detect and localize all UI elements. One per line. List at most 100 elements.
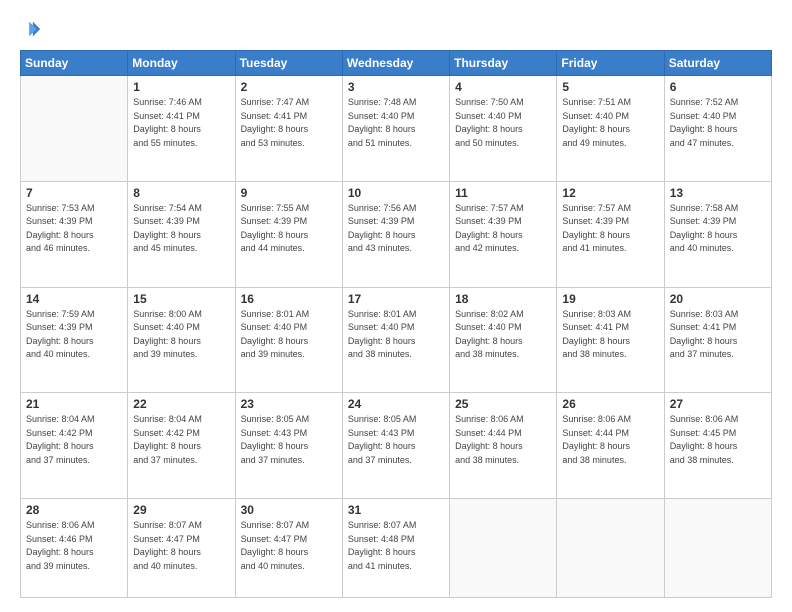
weekday-header-saturday: Saturday: [664, 51, 771, 76]
weekday-header-tuesday: Tuesday: [235, 51, 342, 76]
calendar-cell: 1 Sunrise: 7:46 AM Sunset: 4:41 PM Daylig…: [128, 76, 235, 182]
day-number: 12: [562, 186, 658, 200]
day-info: Sunrise: 8:04 AM Sunset: 4:42 PM Dayligh…: [133, 413, 229, 467]
week-row-4: 21 Sunrise: 8:04 AM Sunset: 4:42 PM Dayli…: [21, 393, 772, 499]
header: [20, 18, 772, 40]
day-number: 16: [241, 292, 337, 306]
calendar-cell: 4 Sunrise: 7:50 AM Sunset: 4:40 PM Daylig…: [450, 76, 557, 182]
day-number: 17: [348, 292, 444, 306]
day-info: Sunrise: 8:01 AM Sunset: 4:40 PM Dayligh…: [241, 308, 337, 362]
calendar-cell: 22 Sunrise: 8:04 AM Sunset: 4:42 PM Dayli…: [128, 393, 235, 499]
week-row-2: 7 Sunrise: 7:53 AM Sunset: 4:39 PM Daylig…: [21, 181, 772, 287]
calendar-cell: 25 Sunrise: 8:06 AM Sunset: 4:44 PM Dayli…: [450, 393, 557, 499]
calendar-cell: 7 Sunrise: 7:53 AM Sunset: 4:39 PM Daylig…: [21, 181, 128, 287]
week-row-1: 1 Sunrise: 7:46 AM Sunset: 4:41 PM Daylig…: [21, 76, 772, 182]
day-info: Sunrise: 7:53 AM Sunset: 4:39 PM Dayligh…: [26, 202, 122, 256]
day-info: Sunrise: 7:46 AM Sunset: 4:41 PM Dayligh…: [133, 96, 229, 150]
day-number: 14: [26, 292, 122, 306]
calendar-cell: 6Sunrise: 7:52 AM Sunset: 4:40 PM Daylig…: [664, 76, 771, 182]
calendar-cell: 16 Sunrise: 8:01 AM Sunset: 4:40 PM Dayli…: [235, 287, 342, 393]
day-info: Sunrise: 8:01 AM Sunset: 4:40 PM Dayligh…: [348, 308, 444, 362]
calendar-cell: [21, 76, 128, 182]
day-info: Sunrise: 7:52 AM Sunset: 4:40 PM Dayligh…: [670, 96, 766, 150]
calendar-cell: 21 Sunrise: 8:04 AM Sunset: 4:42 PM Dayli…: [21, 393, 128, 499]
day-info: Sunrise: 8:07 AM Sunset: 4:48 PM Dayligh…: [348, 519, 444, 573]
calendar-cell: [450, 499, 557, 598]
calendar-cell: 23 Sunrise: 8:05 AM Sunset: 4:43 PM Dayli…: [235, 393, 342, 499]
calendar-cell: [557, 499, 664, 598]
calendar-cell: 19 Sunrise: 8:03 AM Sunset: 4:41 PM Dayli…: [557, 287, 664, 393]
day-info: Sunrise: 7:56 AM Sunset: 4:39 PM Dayligh…: [348, 202, 444, 256]
calendar-cell: 30 Sunrise: 8:07 AM Sunset: 4:47 PM Dayli…: [235, 499, 342, 598]
calendar-cell: 20 Sunrise: 8:03 AM Sunset: 4:41 PM Dayli…: [664, 287, 771, 393]
calendar-cell: 28Sunrise: 8:06 AM Sunset: 4:46 PM Dayli…: [21, 499, 128, 598]
calendar-cell: 12Sunrise: 7:57 AM Sunset: 4:39 PM Dayli…: [557, 181, 664, 287]
day-info: Sunrise: 8:07 AM Sunset: 4:47 PM Dayligh…: [133, 519, 229, 573]
day-number: 8: [133, 186, 229, 200]
day-number: 1: [133, 80, 229, 94]
day-number: 5: [562, 80, 658, 94]
day-number: 21: [26, 397, 122, 411]
day-number: 22: [133, 397, 229, 411]
day-number: 25: [455, 397, 551, 411]
day-number: 11: [455, 186, 551, 200]
calendar-cell: 9 Sunrise: 7:55 AM Sunset: 4:39 PM Daylig…: [235, 181, 342, 287]
calendar-cell: 24Sunrise: 8:05 AM Sunset: 4:43 PM Dayli…: [342, 393, 449, 499]
day-number: 2: [241, 80, 337, 94]
logo: [20, 18, 46, 40]
day-number: 30: [241, 503, 337, 517]
calendar-cell: 29 Sunrise: 8:07 AM Sunset: 4:47 PM Dayli…: [128, 499, 235, 598]
weekday-header-sunday: Sunday: [21, 51, 128, 76]
calendar-body: 1 Sunrise: 7:46 AM Sunset: 4:41 PM Daylig…: [21, 76, 772, 598]
day-info: Sunrise: 7:55 AM Sunset: 4:39 PM Dayligh…: [241, 202, 337, 256]
day-number: 4: [455, 80, 551, 94]
weekday-header-monday: Monday: [128, 51, 235, 76]
calendar-cell: 5 Sunrise: 7:51 AM Sunset: 4:40 PM Daylig…: [557, 76, 664, 182]
day-info: Sunrise: 7:57 AM Sunset: 4:39 PM Dayligh…: [455, 202, 551, 256]
day-number: 10: [348, 186, 444, 200]
day-info: Sunrise: 7:59 AM Sunset: 4:39 PM Dayligh…: [26, 308, 122, 362]
calendar-cell: 8Sunrise: 7:54 AM Sunset: 4:39 PM Daylig…: [128, 181, 235, 287]
week-row-5: 28Sunrise: 8:06 AM Sunset: 4:46 PM Dayli…: [21, 499, 772, 598]
day-info: Sunrise: 7:48 AM Sunset: 4:40 PM Dayligh…: [348, 96, 444, 150]
day-number: 9: [241, 186, 337, 200]
page: SundayMondayTuesdayWednesdayThursdayFrid…: [0, 0, 792, 612]
calendar-cell: 13Sunrise: 7:58 AM Sunset: 4:39 PM Dayli…: [664, 181, 771, 287]
day-info: Sunrise: 7:50 AM Sunset: 4:40 PM Dayligh…: [455, 96, 551, 150]
day-number: 19: [562, 292, 658, 306]
day-info: Sunrise: 8:03 AM Sunset: 4:41 PM Dayligh…: [670, 308, 766, 362]
day-number: 3: [348, 80, 444, 94]
calendar-cell: 31 Sunrise: 8:07 AM Sunset: 4:48 PM Dayli…: [342, 499, 449, 598]
calendar-cell: 27 Sunrise: 8:06 AM Sunset: 4:45 PM Dayli…: [664, 393, 771, 499]
day-info: Sunrise: 8:07 AM Sunset: 4:47 PM Dayligh…: [241, 519, 337, 573]
day-number: 27: [670, 397, 766, 411]
day-info: Sunrise: 8:06 AM Sunset: 4:45 PM Dayligh…: [670, 413, 766, 467]
week-row-3: 14 Sunrise: 7:59 AM Sunset: 4:39 PM Dayli…: [21, 287, 772, 393]
day-info: Sunrise: 8:02 AM Sunset: 4:40 PM Dayligh…: [455, 308, 551, 362]
calendar-cell: 15Sunrise: 8:00 AM Sunset: 4:40 PM Dayli…: [128, 287, 235, 393]
weekday-header-thursday: Thursday: [450, 51, 557, 76]
weekday-header-row: SundayMondayTuesdayWednesdayThursdayFrid…: [21, 51, 772, 76]
day-number: 7: [26, 186, 122, 200]
calendar-cell: 11 Sunrise: 7:57 AM Sunset: 4:39 PM Dayli…: [450, 181, 557, 287]
calendar-cell: 2Sunrise: 7:47 AM Sunset: 4:41 PM Daylig…: [235, 76, 342, 182]
day-info: Sunrise: 7:51 AM Sunset: 4:40 PM Dayligh…: [562, 96, 658, 150]
day-info: Sunrise: 8:06 AM Sunset: 4:44 PM Dayligh…: [562, 413, 658, 467]
day-number: 18: [455, 292, 551, 306]
calendar-cell: 10 Sunrise: 7:56 AM Sunset: 4:39 PM Dayli…: [342, 181, 449, 287]
logo-icon: [20, 18, 42, 40]
day-number: 29: [133, 503, 229, 517]
calendar-cell: [664, 499, 771, 598]
day-info: Sunrise: 8:05 AM Sunset: 4:43 PM Dayligh…: [241, 413, 337, 467]
day-info: Sunrise: 8:06 AM Sunset: 4:44 PM Dayligh…: [455, 413, 551, 467]
calendar-table: SundayMondayTuesdayWednesdayThursdayFrid…: [20, 50, 772, 598]
calendar-cell: 17 Sunrise: 8:01 AM Sunset: 4:40 PM Dayli…: [342, 287, 449, 393]
day-number: 23: [241, 397, 337, 411]
day-info: Sunrise: 8:00 AM Sunset: 4:40 PM Dayligh…: [133, 308, 229, 362]
calendar-cell: 18 Sunrise: 8:02 AM Sunset: 4:40 PM Dayli…: [450, 287, 557, 393]
day-info: Sunrise: 8:03 AM Sunset: 4:41 PM Dayligh…: [562, 308, 658, 362]
calendar-cell: 14 Sunrise: 7:59 AM Sunset: 4:39 PM Dayli…: [21, 287, 128, 393]
day-info: Sunrise: 8:04 AM Sunset: 4:42 PM Dayligh…: [26, 413, 122, 467]
day-number: 31: [348, 503, 444, 517]
day-number: 20: [670, 292, 766, 306]
